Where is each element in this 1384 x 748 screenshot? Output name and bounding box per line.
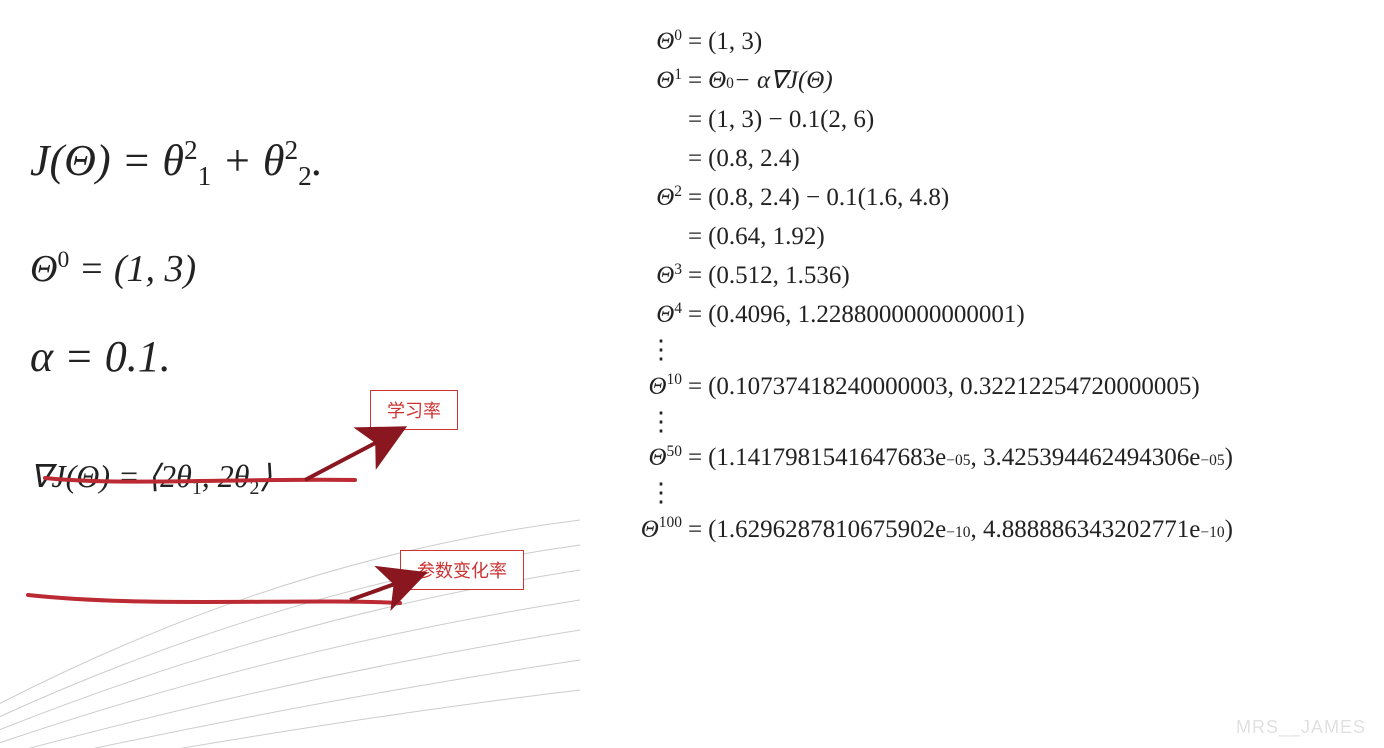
J-lhs: J(Θ)	[30, 136, 111, 185]
annotation-param-change-rate: 参数变化率	[400, 550, 524, 590]
annotation-learning-rate-label: 学习率	[387, 401, 441, 421]
step-2-line2: =(0.64, 1.92)	[608, 219, 1378, 254]
step-1-line2: =(1, 3) − 0.1(2, 6)	[608, 102, 1378, 137]
watermark: MRS__JAMES	[1236, 717, 1366, 738]
annotation-learning-rate: 学习率	[370, 390, 458, 430]
step-3: Θ3=(0.512, 1.536)	[608, 258, 1378, 293]
annotation-param-change-rate-label: 参数变化率	[417, 561, 507, 581]
step-10: Θ10=(0.10737418240000003, 0.322122547200…	[608, 369, 1378, 404]
step-100: Θ100= (1.6296287810675902e−10, 4.8888863…	[608, 512, 1378, 547]
step-1-line3: =(0.8, 2.4)	[608, 141, 1378, 176]
step-0: Θ0=(1, 3)	[608, 24, 1378, 59]
eq-alpha: α = 0.1.	[30, 331, 590, 382]
page: J(Θ) = θ21 + θ22. Θ0 = (1, 3) α = 0.1. ∇…	[0, 0, 1384, 748]
eq-cost-function: J(Θ) = θ21 + θ22.	[30, 135, 590, 192]
eq-theta0: Θ0 = (1, 3)	[30, 247, 590, 291]
left-column: J(Θ) = θ21 + θ22. Θ0 = (1, 3) α = 0.1. ∇…	[30, 115, 590, 520]
vdots-2: ⋮	[608, 408, 1378, 437]
vdots-1: ⋮	[608, 336, 1378, 365]
step-1-line1: Θ1= Θ0 − α∇J(Θ)	[608, 63, 1378, 98]
eq-gradient: ∇J(Θ) = ⟨2θ1, 2θ2⟩	[30, 457, 590, 500]
right-column: Θ0=(1, 3) Θ1= Θ0 − α∇J(Θ) =(1, 3) − 0.1(…	[608, 20, 1378, 551]
step-4: Θ4=(0.4096, 1.2288000000000001)	[608, 297, 1378, 332]
vdots-3: ⋮	[608, 479, 1378, 508]
step-2-line1: Θ2=(0.8, 2.4) − 0.1(1.6, 4.8)	[608, 180, 1378, 215]
step-50: Θ50= (1.1417981541647683e−05, 3.42539446…	[608, 440, 1378, 475]
